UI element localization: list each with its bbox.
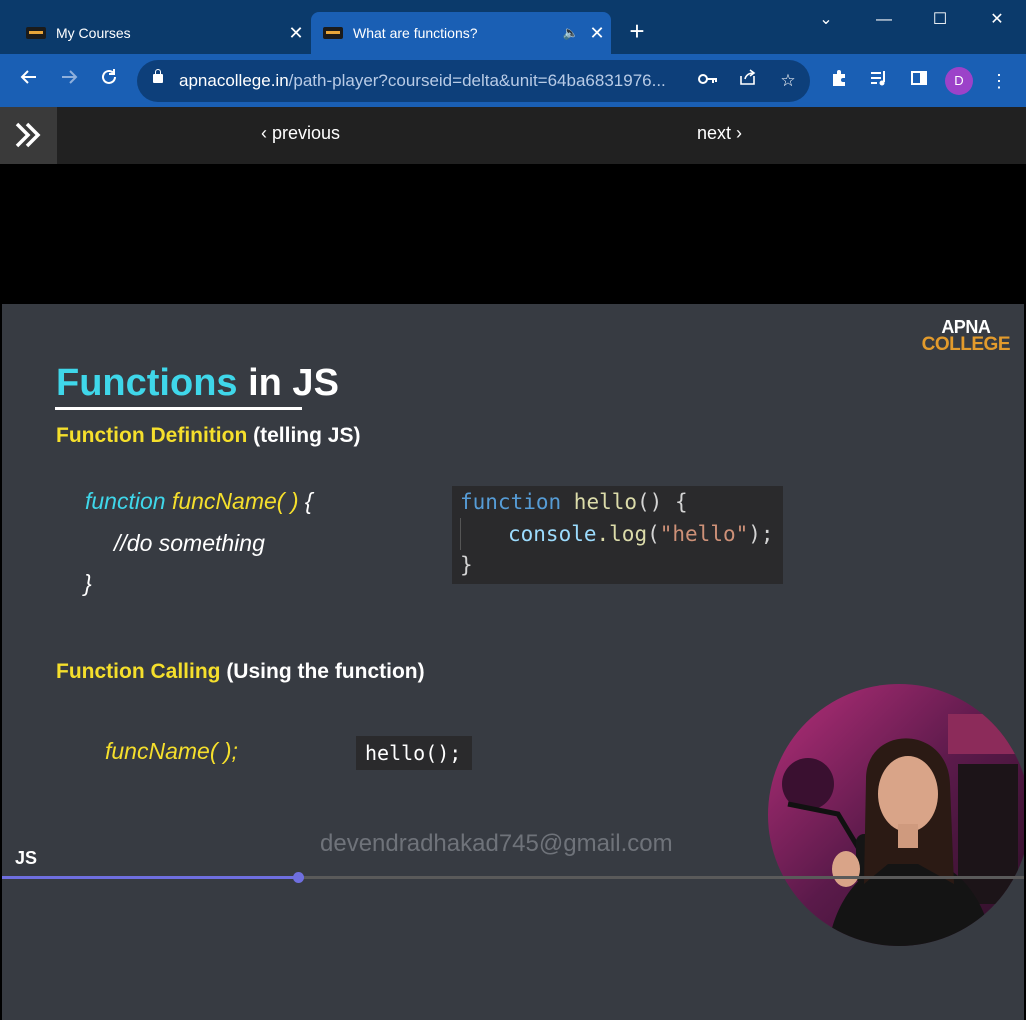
syntax-line-1: function funcName( ) { <box>85 488 313 515</box>
new-tab-button[interactable]: + <box>622 16 652 46</box>
code-open-paren: ( <box>647 522 660 546</box>
title-underline <box>55 407 302 410</box>
calling-heading-main: Function Calling <box>56 660 221 683</box>
code-paren-brace: () { <box>637 490 688 514</box>
previous-label: previous <box>272 123 341 143</box>
syntax-line-2: //do something <box>114 530 265 556</box>
definition-heading-note: (telling JS) <box>247 424 361 447</box>
kebab-menu-icon[interactable]: ⋮ <box>984 66 1014 96</box>
code-example-box: function hello() { console.log("hello");… <box>452 486 783 584</box>
extensions-icon[interactable] <box>824 66 854 96</box>
progress-scrubber[interactable] <box>293 872 304 883</box>
definition-heading-main: Function Definition <box>56 424 248 447</box>
code-close-paren: ); <box>748 522 774 546</box>
reload-icon[interactable] <box>94 66 124 96</box>
code-string: "hello" <box>659 522 749 546</box>
tab-close-icon[interactable]: ✕ <box>583 23 611 44</box>
syntax-name: funcName( ) <box>165 488 299 514</box>
code-line-3: } <box>460 553 473 577</box>
logo-line-2: COLLEGE <box>921 334 1011 355</box>
presenter-webcam <box>768 684 1024 946</box>
code-console: console <box>508 522 597 546</box>
next-label: next <box>697 123 732 143</box>
speaker-icon[interactable]: 🔈 <box>559 25 583 41</box>
syntax-brace-open: { <box>298 488 313 514</box>
code-fn-name: hello <box>561 490 638 514</box>
close-window-button[interactable]: ✕ <box>977 6 1017 34</box>
previous-button[interactable]: ‹ previous <box>261 123 340 144</box>
key-icon[interactable] <box>695 68 721 94</box>
media-control-icon[interactable] <box>864 66 894 96</box>
syntax-line-3: } <box>84 570 92 596</box>
browser-toolbar: apnacollege.in/path-player?courseid=delt… <box>0 54 1026 107</box>
apna-college-favicon-icon <box>26 27 46 39</box>
corner-label: JS <box>15 848 38 868</box>
profile-avatar[interactable]: D <box>945 67 973 95</box>
code-log: .log <box>596 522 648 546</box>
tab-my-courses[interactable]: My Courses ✕ <box>14 12 310 54</box>
slide-title-rest: in JS <box>237 362 339 404</box>
video-player[interactable]: APNA COLLEGE Functions in JS Function De… <box>0 164 1026 1020</box>
expand-icon <box>15 122 41 148</box>
maximize-button[interactable]: ☐ <box>920 6 960 34</box>
progress-fill <box>2 876 298 879</box>
code-keyword: function <box>460 490 562 514</box>
next-button[interactable]: next › <box>697 123 742 144</box>
star-icon[interactable]: ☆ <box>775 68 801 94</box>
watermark-email: devendradhakad745@gmail.com <box>320 830 673 857</box>
minimize-button[interactable]: — <box>864 6 904 34</box>
apna-college-logo: APNA COLLEGE <box>921 318 1011 355</box>
tab-close-icon[interactable]: ✕ <box>282 23 310 44</box>
player-navigation: ‹ previous next › <box>0 107 1026 164</box>
side-panel-icon[interactable] <box>904 66 934 96</box>
url-text[interactable]: apnacollege.in/path-player?courseid=delt… <box>179 71 666 91</box>
slide-title: Functions in JS <box>56 362 339 405</box>
apna-college-favicon-icon <box>323 27 343 39</box>
code-line-2: console.log("hello"); <box>508 522 774 546</box>
address-bar[interactable]: apnacollege.in/path-player?courseid=delt… <box>137 60 810 102</box>
forward-arrow-icon[interactable] <box>54 66 84 96</box>
call-example-box: hello(); <box>356 736 472 770</box>
syntax-keyword: function <box>85 488 166 514</box>
share-icon[interactable] <box>735 68 761 94</box>
tab-title: What are functions? <box>353 25 478 41</box>
back-arrow-icon[interactable] <box>14 66 44 96</box>
calling-heading-note: (Using the function) <box>220 660 425 683</box>
definition-heading: Function Definition (telling JS) <box>56 424 360 448</box>
call-syntax: funcName( ); <box>105 738 238 764</box>
url-domain: apnacollege.in <box>179 71 289 90</box>
slide-title-highlight: Functions <box>56 362 238 404</box>
tab-what-are-functions[interactable]: What are functions? 🔈 ✕ <box>311 12 611 54</box>
chevron-right-icon: › <box>731 123 743 143</box>
expand-sidebar-button[interactable] <box>0 107 57 164</box>
lecture-slide: APNA COLLEGE Functions in JS Function De… <box>2 304 1024 1020</box>
code-line-1: function hello() { <box>460 490 688 514</box>
chevron-left-icon: ‹ <box>261 123 272 143</box>
tab-title: My Courses <box>56 25 131 41</box>
tab-search-dropdown-icon[interactable]: ⌄ <box>806 6 846 34</box>
title-bar: My Courses ✕ What are functions? 🔈 ✕ + ⌄… <box>0 0 1026 54</box>
url-path: /path-player?courseid=delta&unit=64ba683… <box>288 71 666 90</box>
calling-heading: Function Calling (Using the function) <box>56 660 425 684</box>
lock-icon[interactable] <box>153 69 163 83</box>
indent-guide <box>460 518 461 550</box>
